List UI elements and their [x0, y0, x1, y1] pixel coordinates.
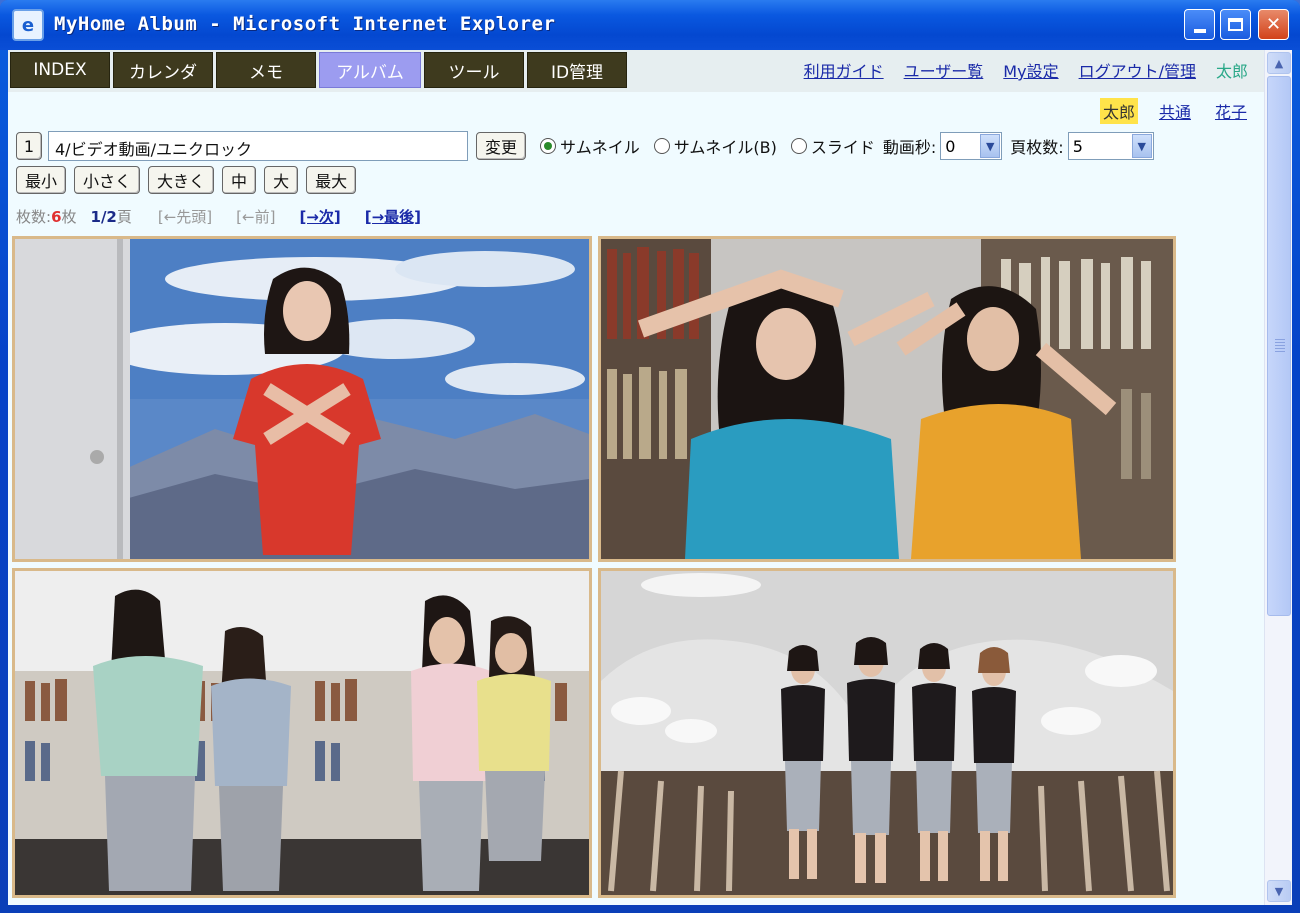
grip-icon [1275, 339, 1285, 353]
window-title: MyHome Album - Microsoft Internet Explor… [54, 13, 556, 35]
album-toolbar: 1 4/ビデオ動画/ユニクロック 変更 サムネイル サムネイル(B) スライド [16, 130, 1162, 162]
size-buttons: 最小 小さく 大きく 中 大 最大 [16, 166, 364, 194]
photo-image [15, 571, 589, 895]
view-thumbnail-radio[interactable]: サムネイル [540, 134, 640, 158]
tab-index[interactable]: INDEX [10, 52, 110, 88]
browser-window: e MyHome Album - Microsoft Internet Expl… [0, 0, 1300, 913]
tab-memo[interactable]: メモ [216, 52, 316, 88]
close-icon: ✕ [1265, 14, 1282, 35]
photo-woman-red-shirt[interactable] [12, 236, 592, 562]
tab-album[interactable]: アルバム [319, 52, 421, 88]
chevron-up-icon: ▲ [1274, 56, 1284, 70]
change-button[interactable]: 変更 [476, 132, 527, 160]
nav-tabs: INDEX カレンダ メモ アルバム ツール ID管理 [10, 52, 630, 88]
seconds-value: 0 [945, 136, 956, 156]
close-button[interactable]: ✕ [1258, 9, 1289, 40]
ie-icon: e [12, 9, 44, 41]
prev-page-link: [←前] [236, 208, 276, 226]
minimize-button[interactable] [1184, 9, 1215, 40]
size-smaller-button[interactable]: 小さく [74, 166, 141, 194]
logout-link[interactable]: ログアウト/管理 [1079, 58, 1196, 82]
count-value: 6 [51, 207, 62, 226]
count-unit: 枚 [61, 208, 77, 226]
scroll-thumb[interactable] [1267, 76, 1291, 616]
tab-tools[interactable]: ツール [424, 52, 524, 88]
vertical-scrollbar[interactable]: ▲ ▼ [1264, 50, 1292, 905]
tab-calendar[interactable]: カレンダ [113, 52, 213, 88]
radio-unchecked-icon [653, 138, 670, 154]
per-page-label: 頁枚数: [1010, 138, 1064, 157]
seconds-label: 動画秒: [882, 138, 937, 157]
first-page-link: [←先頭] [157, 208, 213, 226]
per-page-value: 5 [1072, 136, 1083, 156]
photo-grid [12, 236, 1176, 900]
size-smallest-button[interactable]: 最小 [16, 166, 67, 194]
size-largest-button[interactable]: 最大 [306, 166, 357, 194]
view-slide-radio[interactable]: スライド [790, 134, 875, 158]
photo-image [601, 239, 1173, 559]
view-thumbnail-b-label: サムネイル(B) [673, 138, 777, 157]
top-nav: INDEX カレンダ メモ アルバム ツール ID管理 利用ガイド ユーザー覧 … [8, 50, 1264, 92]
per-page-select[interactable]: 5 ▼ [1067, 132, 1154, 160]
photo-women-library[interactable] [12, 568, 592, 898]
photo-two-women-frame-hands[interactable] [598, 236, 1176, 562]
scroll-up-button[interactable]: ▲ [1267, 52, 1291, 74]
tab-id-management[interactable]: ID管理 [527, 52, 627, 88]
maximize-icon [1228, 18, 1243, 31]
chevron-down-icon: ▼ [1131, 134, 1152, 158]
photo-four-women-hall[interactable] [598, 568, 1176, 898]
size-larger-button[interactable]: 大きく [148, 166, 215, 194]
folder-number-button[interactable]: 1 [16, 132, 42, 160]
user-selector: 太郎 共通 花子 [1082, 98, 1250, 124]
view-thumbnail-label: サムネイル [560, 138, 640, 157]
scroll-down-button[interactable]: ▼ [1267, 880, 1291, 902]
my-settings-link[interactable]: My設定 [1003, 58, 1058, 82]
view-slide-label: スライド [810, 138, 875, 157]
count-label: 枚数: [16, 208, 52, 226]
minimize-icon [1193, 28, 1206, 33]
radio-unchecked-icon [790, 138, 807, 154]
album-path-input[interactable]: 4/ビデオ動画/ユニクロック [48, 131, 468, 161]
title-bar[interactable]: e MyHome Album - Microsoft Internet Expl… [0, 0, 1300, 50]
size-medium-button[interactable]: 中 [222, 166, 257, 194]
photo-image [15, 239, 589, 559]
view-thumbnail-b-radio[interactable]: サムネイル(B) [653, 134, 777, 158]
size-large-button[interactable]: 大 [264, 166, 299, 194]
chevron-down-icon: ▼ [1274, 884, 1284, 898]
chevron-down-icon: ▼ [980, 134, 1001, 158]
guide-link[interactable]: 利用ガイド [804, 58, 884, 82]
paging-bar: 枚数: 6 枚 1/2 頁 [←先頭] [←前] [→次] [→最後] [16, 206, 445, 227]
user-taro[interactable]: 太郎 [1099, 98, 1138, 124]
next-page-link[interactable]: [→次] [299, 206, 340, 227]
user-hanako[interactable]: 花子 [1212, 98, 1250, 124]
album-page: INDEX カレンダ メモ アルバム ツール ID管理 利用ガイド ユーザー覧 … [8, 50, 1264, 905]
view-mode-group: サムネイル サムネイル(B) スライド [540, 134, 883, 158]
current-user-label: 太郎 [1215, 62, 1248, 81]
user-common[interactable]: 共通 [1156, 98, 1194, 124]
top-links: 利用ガイド ユーザー覧 My設定 ログアウト/管理 太郎 [784, 58, 1248, 82]
radio-checked-icon [540, 138, 557, 154]
last-page-link[interactable]: [→最後] [365, 206, 421, 227]
page-unit: 頁 [116, 208, 132, 226]
user-list-link[interactable]: ユーザー覧 [904, 58, 984, 82]
seconds-select[interactable]: 0 ▼ [940, 132, 1003, 160]
maximize-button[interactable] [1220, 9, 1251, 40]
page-indicator: 1/2 [90, 207, 117, 226]
browser-content: INDEX カレンダ メモ アルバム ツール ID管理 利用ガイド ユーザー覧 … [8, 50, 1292, 905]
photo-image [601, 571, 1173, 895]
